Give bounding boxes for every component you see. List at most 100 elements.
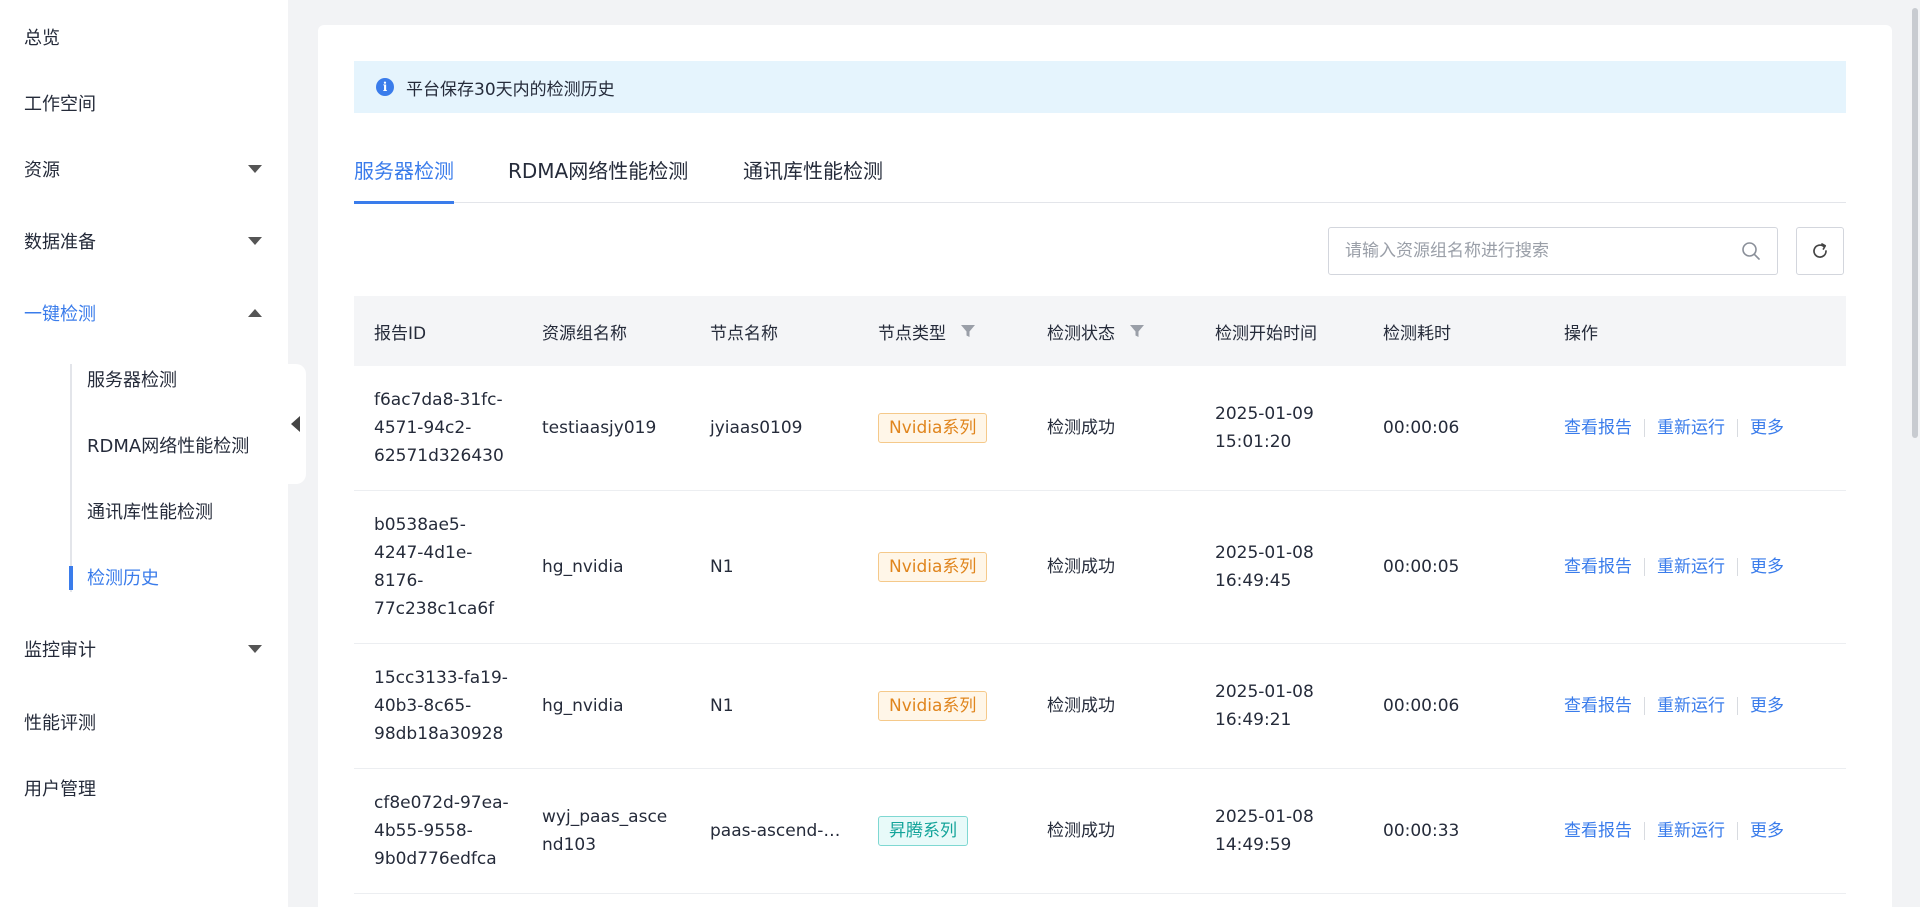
- search-icon[interactable]: [1741, 241, 1761, 261]
- collapse-left-icon: [290, 416, 300, 432]
- rerun-link[interactable]: 重新运行: [1657, 817, 1725, 845]
- cell-report-id: cf8e072d-97ea- 4b55-9558- 9b0d776edfca: [374, 769, 509, 893]
- start-date: 2025-01-09: [1215, 404, 1314, 424]
- sidebar-item-label: 工作空间: [24, 94, 96, 115]
- tab-server-check[interactable]: 服务器检测: [354, 153, 454, 204]
- column-header-duration: 检测耗时: [1383, 323, 1451, 344]
- cell-node-type: 昇腾系列: [878, 769, 968, 893]
- report-id-line: b0538ae5-: [374, 515, 466, 535]
- cell-report-id: f6ac7da8-31fc- 4571-94c2- 62571d326430: [374, 366, 504, 490]
- cell-actions: 查看报告 重新运行 更多: [1564, 644, 1784, 768]
- report-id-line: 62571d326430: [374, 446, 504, 466]
- report-id-line: 8176-: [374, 571, 424, 591]
- cell-node-type: Nvidia系列: [878, 644, 988, 768]
- cell-node-name: jyiaas0109: [710, 418, 803, 438]
- cell-actions: 查看报告 重新运行 更多: [1564, 491, 1784, 643]
- cell-start-time: 2025-01-09 15:01:20: [1215, 366, 1314, 490]
- cell-status: 检测成功: [1047, 418, 1115, 438]
- sidebar-item-one-click-check[interactable]: 一键检测: [24, 299, 268, 327]
- sidebar-subitem-server-check[interactable]: 服务器检测: [87, 365, 177, 393]
- cell-report-id: b0538ae5- 4247-4d1e- 8176- 77c238c1ca6f: [374, 491, 494, 643]
- view-report-link[interactable]: 查看报告: [1564, 817, 1632, 845]
- table-row: f6ac7da8-31fc- 4571-94c2- 62571d326430 t…: [354, 366, 1846, 491]
- cell-node-name: N1: [710, 696, 734, 716]
- action-divider: [1644, 822, 1645, 840]
- cell-group-name: testiaasjy019: [542, 366, 656, 490]
- start-date: 2025-01-08: [1215, 807, 1314, 827]
- report-id-line: 9b0d776edfca: [374, 849, 497, 869]
- start-time: 14:49:59: [1215, 835, 1292, 855]
- report-id-line: 98db18a30928: [374, 724, 504, 744]
- report-id-line: 4b55-9558-: [374, 821, 473, 841]
- sidebar-collapse-button[interactable]: [288, 364, 306, 484]
- view-report-link[interactable]: 查看报告: [1564, 553, 1632, 581]
- action-divider: [1644, 697, 1645, 715]
- action-divider: [1737, 822, 1738, 840]
- cell-start-time: 2025-01-08 16:49:45: [1215, 491, 1314, 643]
- view-report-link[interactable]: 查看报告: [1564, 692, 1632, 720]
- sidebar-item-user-management[interactable]: 用户管理: [24, 774, 268, 802]
- sidebar-subitem-comm-lib-check[interactable]: 通讯库性能检测: [87, 497, 213, 525]
- more-link[interactable]: 更多: [1750, 692, 1784, 720]
- more-link[interactable]: 更多: [1750, 553, 1784, 581]
- sidebar-item-label: 用户管理: [24, 779, 96, 800]
- cell-actions: 查看报告 重新运行 更多: [1564, 366, 1784, 490]
- sidebar-item-resources[interactable]: 资源: [24, 155, 268, 183]
- column-header-status: 检测状态: [1047, 296, 1145, 366]
- rerun-link[interactable]: 重新运行: [1657, 692, 1725, 720]
- report-id-line: 15cc3133-fa19-: [374, 668, 508, 688]
- cell-duration: 00:00:06: [1383, 696, 1460, 716]
- page-scrollbar-thumb[interactable]: [1912, 8, 1918, 438]
- report-id-line: 4571-94c2-: [374, 418, 472, 438]
- cell-node-type: Nvidia系列: [878, 366, 988, 490]
- more-link[interactable]: 更多: [1750, 414, 1784, 442]
- column-header-label: 节点类型: [878, 323, 946, 344]
- tab-rdma-check[interactable]: RDMA网络性能检测: [508, 153, 688, 203]
- sidebar-item-label: 数据准备: [24, 232, 96, 253]
- report-id-line: 77c238c1ca6f: [374, 599, 495, 619]
- node-type-tag: Nvidia系列: [878, 413, 988, 443]
- cell-actions: 查看报告 重新运行 更多: [1564, 769, 1784, 893]
- cell-status: 检测成功: [1047, 557, 1115, 577]
- node-type-tag: 昇腾系列: [878, 816, 968, 846]
- sidebar-subitem-label: RDMA网络性能检测: [87, 436, 250, 457]
- sidebar-item-overview[interactable]: 总览: [24, 23, 268, 51]
- sidebar-subitem-rdma-check[interactable]: RDMA网络性能检测: [87, 431, 249, 459]
- start-time: 15:01:20: [1215, 432, 1292, 452]
- chevron-down-icon: [248, 237, 262, 245]
- refresh-button[interactable]: [1796, 227, 1844, 275]
- action-divider: [1644, 419, 1645, 437]
- sidebar-item-label: 总览: [24, 28, 60, 49]
- cell-status: 检测成功: [1047, 821, 1115, 841]
- report-id-line: f6ac7da8-31fc-: [374, 390, 503, 410]
- sidebar-item-performance[interactable]: 性能评测: [24, 708, 268, 736]
- sidebar-item-data-prep[interactable]: 数据准备: [24, 227, 268, 255]
- more-link[interactable]: 更多: [1750, 817, 1784, 845]
- filter-icon[interactable]: [960, 323, 976, 339]
- chevron-down-icon: [248, 645, 262, 653]
- content-card: i 平台保存30天内的检测历史 服务器检测 RDMA网络性能检测 通讯库性能检测…: [318, 25, 1892, 907]
- cell-node-name: N1: [710, 557, 734, 577]
- rerun-link[interactable]: 重新运行: [1657, 414, 1725, 442]
- sidebar: 总览 工作空间 资源 数据准备 一键检测 服务器检测 RDMA网络性能检测 通讯…: [0, 0, 288, 907]
- start-date: 2025-01-08: [1215, 543, 1314, 563]
- sidebar-item-workspace[interactable]: 工作空间: [24, 89, 268, 117]
- column-header-node-type: 节点类型: [878, 296, 976, 366]
- info-icon: i: [376, 78, 394, 96]
- sidebar-item-label: 一键检测: [24, 304, 96, 325]
- view-report-link[interactable]: 查看报告: [1564, 414, 1632, 442]
- report-id-line: 4247-4d1e-: [374, 543, 473, 563]
- tab-comm-lib-check[interactable]: 通讯库性能检测: [743, 153, 883, 203]
- sidebar-item-label: 资源: [24, 160, 60, 181]
- sidebar-subitem-check-history[interactable]: 检测历史: [87, 563, 159, 591]
- sidebar-item-monitor-audit[interactable]: 监控审计: [24, 635, 268, 663]
- table-row: cf8e072d-97ea- 4b55-9558- 9b0d776edfca w…: [354, 769, 1846, 894]
- column-header-actions: 操作: [1564, 323, 1598, 344]
- search-input[interactable]: [1345, 241, 1741, 261]
- cell-duration: 00:00:33: [1383, 821, 1460, 841]
- cell-duration: 00:00:06: [1383, 418, 1460, 438]
- submenu-line: [70, 364, 72, 592]
- start-time: 16:49:45: [1215, 571, 1292, 591]
- filter-icon[interactable]: [1129, 323, 1145, 339]
- rerun-link[interactable]: 重新运行: [1657, 553, 1725, 581]
